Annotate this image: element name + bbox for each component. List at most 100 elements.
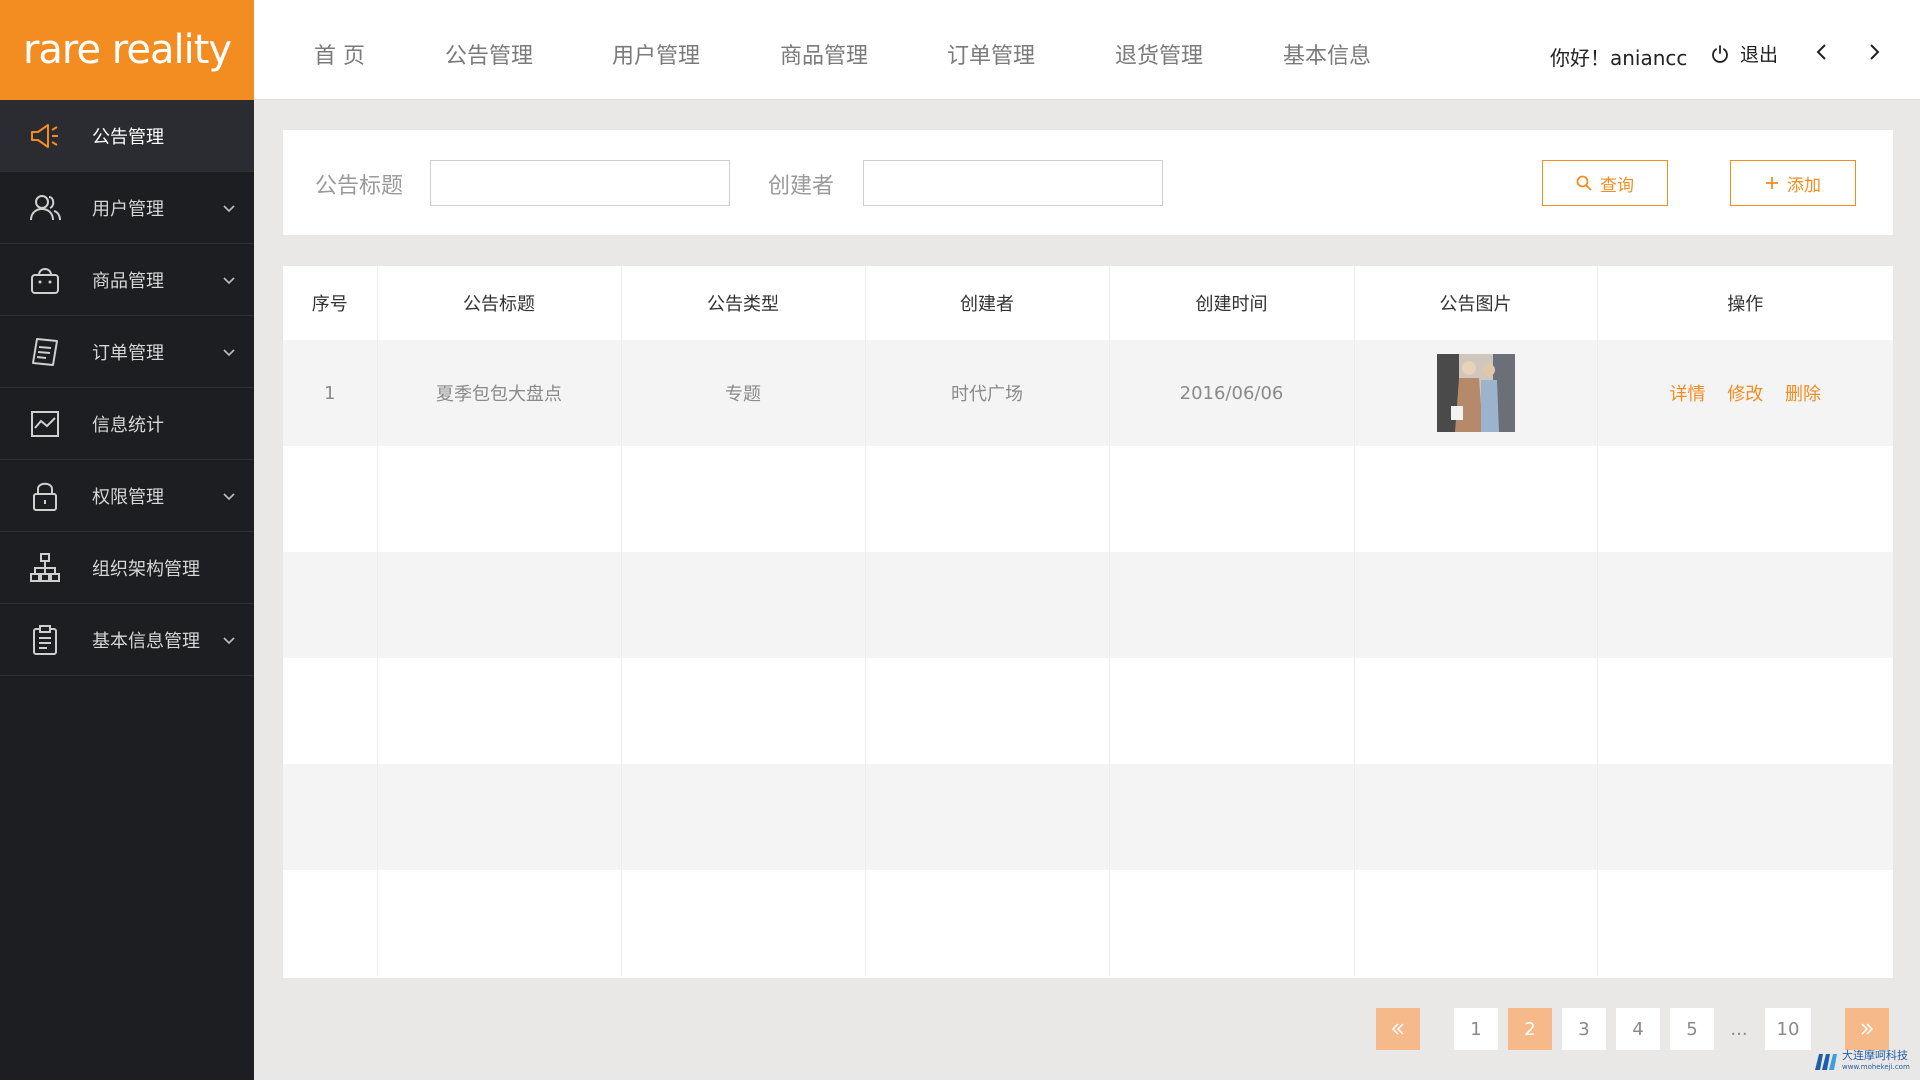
- pagination-page-3[interactable]: 3: [1562, 1008, 1606, 1050]
- edit-link[interactable]: 修改: [1727, 384, 1763, 405]
- sidebar-item-0[interactable]: 公告管理: [0, 100, 254, 172]
- table-cell-empty: [1109, 870, 1355, 976]
- topnav-returns[interactable]: 退货管理: [1115, 38, 1203, 70]
- topnav-basic-info[interactable]: 基本信息: [1283, 38, 1371, 70]
- detail-link[interactable]: 详情: [1670, 384, 1706, 405]
- sidebar-item-2[interactable]: 商品管理: [0, 244, 254, 316]
- add-button-label: 添加: [1787, 175, 1821, 196]
- logout-button[interactable]: 退出: [1710, 40, 1778, 67]
- pagination-page-2[interactable]: 2: [1508, 1008, 1552, 1050]
- header-index[interactable]: 序号: [283, 266, 378, 340]
- table-cell-empty: [283, 552, 378, 658]
- delete-link[interactable]: 删除: [1785, 384, 1821, 405]
- table-cell-empty: [1597, 658, 1893, 764]
- topnav-products[interactable]: 商品管理: [780, 38, 868, 70]
- double-chevron-left-icon: [1391, 1023, 1404, 1035]
- table-cell-empty: [865, 446, 1110, 552]
- pagination-prev-button[interactable]: [1376, 1008, 1420, 1050]
- table-cell-empty: [1354, 658, 1598, 764]
- chevron-down-icon[interactable]: [222, 489, 236, 503]
- sidebar-item-3[interactable]: 订单管理: [0, 316, 254, 388]
- header-creator[interactable]: 创建者: [865, 266, 1110, 340]
- table-cell-empty: [283, 658, 378, 764]
- users-icon: [28, 191, 62, 225]
- creator-filter-label: 创建者: [768, 174, 835, 199]
- cell-image: [1354, 340, 1598, 446]
- table-row-empty: [283, 870, 1893, 976]
- clipboard-icon: [28, 623, 62, 657]
- pagination-next-button[interactable]: [1845, 1008, 1889, 1050]
- search-panel: 公告标题 创建者 查询 添加: [283, 130, 1893, 235]
- add-button[interactable]: 添加: [1730, 160, 1856, 206]
- pagination-page-4[interactable]: 4: [1616, 1008, 1660, 1050]
- header-actions[interactable]: 操作: [1597, 266, 1893, 340]
- megaphone-icon: [28, 119, 62, 153]
- chart-icon: [28, 407, 62, 441]
- header-type[interactable]: 公告类型: [621, 266, 866, 340]
- table-cell-empty: [283, 764, 378, 870]
- brand-logo-text: rare reality: [22, 27, 232, 73]
- sidebar-item-7[interactable]: 基本信息管理: [0, 604, 254, 676]
- table-cell-empty: [621, 870, 866, 976]
- double-chevron-right-icon: [1861, 1023, 1874, 1035]
- chevron-down-icon[interactable]: [222, 201, 236, 215]
- table-cell-empty: [865, 764, 1110, 870]
- pagination-page-last[interactable]: 10: [1765, 1008, 1811, 1050]
- pagination-page-1[interactable]: 1: [1454, 1008, 1498, 1050]
- pagination-page-5[interactable]: 5: [1670, 1008, 1714, 1050]
- header-title[interactable]: 公告标题: [377, 266, 622, 340]
- topnav-orders[interactable]: 订单管理: [947, 38, 1035, 70]
- user-greeting: 你好！aniancc: [1550, 46, 1688, 70]
- table-cell-empty: [1109, 764, 1355, 870]
- creator-filter-input[interactable]: [863, 160, 1163, 206]
- topnav-home[interactable]: 首 页: [314, 38, 365, 70]
- table-cell-empty: [621, 446, 866, 552]
- plus-icon: [1766, 177, 1778, 189]
- table-cell-empty: [377, 658, 622, 764]
- table-cell-empty: [377, 870, 622, 976]
- search-icon: [1576, 175, 1592, 191]
- chevron-down-icon[interactable]: [222, 633, 236, 647]
- table-cell-empty: [621, 658, 866, 764]
- table-cell-empty: [1597, 870, 1893, 976]
- topnav-users[interactable]: 用户管理: [612, 38, 700, 70]
- cell-type: 专题: [621, 340, 866, 446]
- chevron-down-icon[interactable]: [222, 345, 236, 359]
- chevron-down-icon[interactable]: [222, 273, 236, 287]
- cell-index: 1: [283, 340, 378, 446]
- shopping-bag-icon: [28, 263, 62, 297]
- announcement-thumbnail[interactable]: [1436, 354, 1515, 432]
- table-row[interactable]: 1 夏季包包大盘点 专题 时代广场 2016/06/06 详情 修改 删除: [283, 340, 1893, 446]
- title-filter-input[interactable]: [430, 160, 730, 206]
- watermark-name: 大连摩呵科技: [1842, 1049, 1908, 1062]
- chevron-left-icon[interactable]: [1812, 42, 1832, 62]
- sidebar-item-5[interactable]: 权限管理: [0, 460, 254, 532]
- table-cell-empty: [865, 658, 1110, 764]
- table-cell-empty: [865, 552, 1110, 658]
- sidebar-item-6[interactable]: 组织架构管理: [0, 532, 254, 604]
- table-row-empty: [283, 764, 1893, 870]
- sidebar-item-1[interactable]: 用户管理: [0, 172, 254, 244]
- brand-logo[interactable]: rare reality: [0, 0, 254, 100]
- logout-label: 退出: [1740, 44, 1779, 66]
- title-filter-label: 公告标题: [315, 174, 404, 199]
- table-cell-empty: [1109, 552, 1355, 658]
- org-tree-icon: [28, 551, 62, 585]
- sidebar-item-4[interactable]: 信息统计: [0, 388, 254, 460]
- mohe-logo-icon: [1815, 1054, 1837, 1070]
- sidebar-item-label: 信息统计: [92, 414, 164, 436]
- table-cell-empty: [865, 870, 1110, 976]
- table-cell-empty: [283, 446, 378, 552]
- watermark-url: www.mohekeji.com: [1842, 1063, 1910, 1071]
- pagination-ellipsis: ...: [1730, 1018, 1748, 1040]
- header-created-time[interactable]: 创建时间: [1109, 266, 1355, 340]
- header-image[interactable]: 公告图片: [1354, 266, 1598, 340]
- table-cell-empty: [621, 552, 866, 658]
- thumbnail-image: [1436, 354, 1515, 432]
- table-row-empty: [283, 552, 1893, 658]
- table-cell-empty: [1354, 870, 1598, 976]
- query-button[interactable]: 查询: [1542, 160, 1668, 206]
- sidebar-item-label: 基本信息管理: [92, 630, 200, 652]
- chevron-right-icon[interactable]: [1864, 42, 1884, 62]
- topnav-announcements[interactable]: 公告管理: [445, 38, 533, 70]
